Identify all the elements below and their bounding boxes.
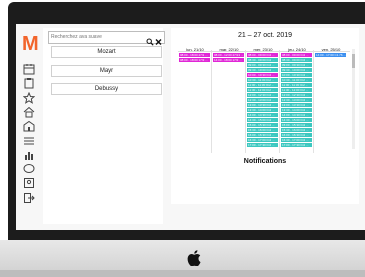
calendar-event[interactable]: 14:00 - 17:00 C1.76 ... <box>315 53 346 58</box>
composer-item-debussy[interactable]: Debussy <box>51 83 162 95</box>
calendar-title: 21 – 27 oct. 2019 <box>237 32 293 39</box>
composer-item-mayr[interactable]: Mayr <box>51 65 162 77</box>
calendar-icon[interactable] <box>23 63 35 75</box>
day-header: jeu. 24/10 <box>288 47 306 52</box>
column-divider <box>279 50 280 153</box>
chat-icon[interactable] <box>23 163 35 175</box>
day-header: ven. 25/10 <box>321 47 341 52</box>
logout-icon[interactable] <box>23 192 35 204</box>
day-header: lun. 21/10 <box>186 47 204 52</box>
close-icon[interactable] <box>155 33 162 45</box>
day-header: mer. 23/10 <box>253 47 273 52</box>
clipboard-icon[interactable] <box>23 77 35 89</box>
day-header: mar. 22/10 <box>219 47 239 52</box>
monitor-stand-shadow <box>0 270 365 277</box>
column-divider <box>211 50 212 153</box>
calendar-event[interactable]: 08:00 - 18:00 17/3 ... <box>179 58 210 63</box>
search-input[interactable] <box>51 32 141 42</box>
column-divider <box>313 50 314 153</box>
calendar-event[interactable]: 14:00 - 18:00 17/3 ... <box>213 58 244 63</box>
contact-icon[interactable] <box>23 177 35 189</box>
device-mockup: M Mozart Mayr Debussy 21 – 27 oct. 2019 … <box>0 0 365 277</box>
app-screen: M Mozart Mayr Debussy 21 – 27 oct. 2019 … <box>16 24 365 230</box>
search-icon[interactable] <box>146 33 154 46</box>
calendar-event[interactable]: 17:00 - 17:30 IC2 ... <box>281 143 312 148</box>
home-icon[interactable] <box>23 106 35 118</box>
composer-item-mozart[interactable]: Mozart <box>51 46 162 58</box>
list-icon[interactable] <box>23 135 35 147</box>
apple-logo-icon <box>187 250 201 267</box>
scrollbar-thumb[interactable] <box>352 54 355 68</box>
building-icon[interactable] <box>23 120 35 132</box>
bar-chart-icon[interactable] <box>23 149 35 161</box>
notifications-title: Notifications <box>243 158 287 165</box>
calendar-event[interactable]: 17:00 - 17:30 IC2 ... <box>247 143 278 148</box>
star-icon[interactable] <box>23 91 35 104</box>
column-divider <box>245 50 246 153</box>
search-box <box>48 31 165 46</box>
app-logo: M <box>22 33 39 55</box>
